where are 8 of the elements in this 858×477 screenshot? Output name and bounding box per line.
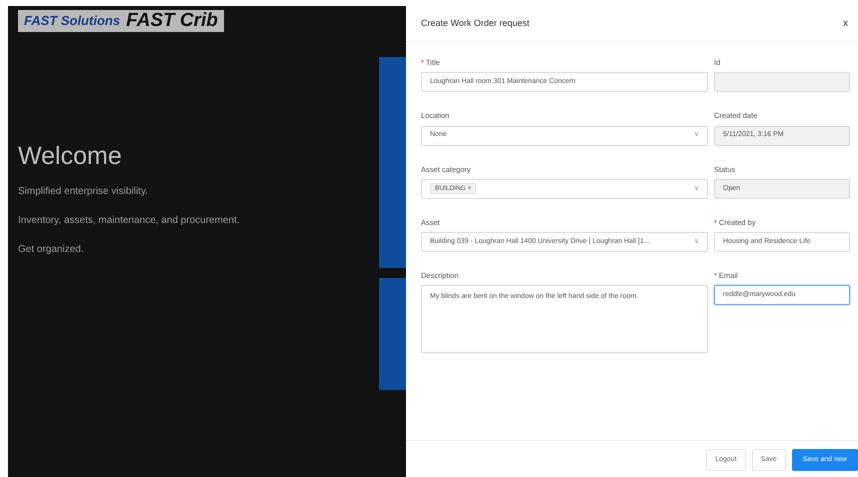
logo-product: FAST Crib xyxy=(126,8,218,33)
tagline-text: Inventory, assets, maintenance, and procurement. xyxy=(18,214,241,228)
welcome-heading: Welcome xyxy=(18,141,123,172)
close-button[interactable]: x xyxy=(841,16,850,31)
logo-brand: FAST Solutions xyxy=(24,12,120,30)
tagline-text: Get organized. xyxy=(18,242,85,256)
modal-title: Create Work Order request xyxy=(421,16,530,30)
tagline-text: Simplified enterprise visibility. xyxy=(18,184,149,198)
